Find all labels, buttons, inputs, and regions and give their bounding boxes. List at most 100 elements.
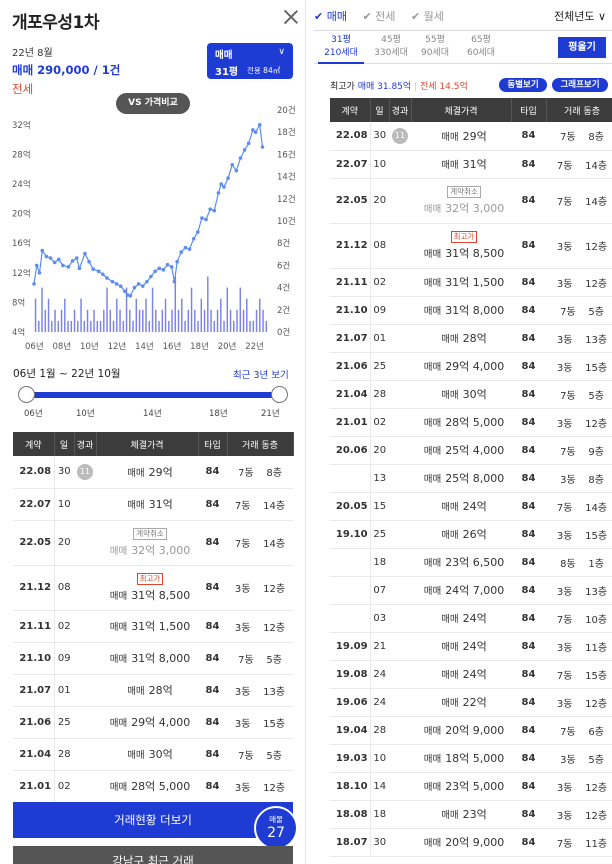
table-row[interactable]: 22.07 10 매매 31억 84 7동 14층 — [330, 150, 612, 179]
year-select[interactable]: 전체년도 ∨ — [554, 8, 606, 24]
vs-compare-button[interactable]: VS 가격비교 — [116, 93, 190, 114]
trade-amount: 28억 5,000 — [445, 416, 505, 429]
trade-day: 02 — [54, 770, 74, 803]
trade-day: 01 — [370, 324, 389, 353]
table-row[interactable]: 21.10 09 매매 31억 8,000 84 7동 5층 — [330, 296, 612, 325]
listing-count-badge[interactable]: 매물 27 — [254, 806, 298, 850]
table-row[interactable]: 19.04 28 매매 20억 9,000 84 7동 6층 — [330, 716, 612, 745]
table-row[interactable]: 18.08 18 매매 23억 84 3동 12층 — [330, 800, 612, 829]
table-row[interactable]: 18.10 14 매매 23억 5,000 84 3동 12층 — [330, 772, 612, 801]
trade-dong-floor: 3동 13층 — [546, 576, 612, 605]
table-row[interactable]: 18 매매 23억 6,500 84 8동 1층 — [330, 548, 612, 577]
tab-sale[interactable]: ✔ 매매 — [314, 8, 347, 24]
volume-bar — [239, 287, 242, 332]
table-row[interactable]: 21.06 25 매매 29억 4,000 84 3동 15층 — [330, 352, 612, 381]
volume-bar — [116, 298, 118, 332]
size-tab-55[interactable]: 55평 90세대 — [412, 34, 458, 60]
trade-kind: 매매 — [441, 698, 459, 709]
trade-kind: 매매 — [109, 718, 128, 729]
dong-view-button[interactable]: 동별보기 — [499, 78, 547, 92]
table-row[interactable]: 03 매매 24억 84 7동 10층 — [330, 604, 612, 633]
trade-dong-floor: 7동 14층 — [546, 178, 612, 224]
table-row[interactable]: 21.06 25 매매 29억 4,000 84 3동 15층 — [13, 706, 293, 739]
trade-kind: 매매 — [423, 203, 442, 215]
range-slider-end-handle[interactable] — [271, 386, 288, 403]
more-trades-button[interactable]: 거래현황 더보기 — [13, 802, 293, 838]
trade-day: 08 — [54, 565, 74, 611]
trade-type: 84 — [511, 688, 546, 717]
trade-type: 84 — [511, 716, 546, 745]
table-row[interactable]: 22.05 20 계약취소 매매 32억 3,000 84 7동 14층 — [13, 520, 293, 566]
tab-wolse[interactable]: ✔ 월세 — [411, 8, 444, 24]
table-row[interactable]: 21.11 02 매매 31억 1,500 84 3동 12층 — [330, 268, 612, 297]
table-row[interactable]: 21.07 01 매매 28억 84 3동 13층 — [13, 674, 293, 707]
table-row[interactable]: 22.08 30 11 매매 29억 84 7동 8층 — [330, 122, 612, 151]
table-row[interactable]: 22.07 10 매매 31억 84 7동 14층 — [13, 488, 293, 521]
table-row[interactable]: 07 매매 24억 7,000 84 3동 13층 — [330, 576, 612, 605]
volume-bar — [233, 320, 235, 332]
table-row[interactable]: 13 매매 25억 8,000 84 3동 8층 — [330, 464, 612, 493]
trade-day: 30 — [370, 122, 389, 151]
trade-amount: 30억 — [148, 748, 173, 761]
graph-view-button[interactable]: 그래프보기 — [552, 78, 608, 92]
price-point — [77, 266, 82, 271]
size-tab-65[interactable]: 65평 60세대 — [458, 34, 504, 60]
table-row[interactable]: 21.04 28 매매 30억 84 7동 5층 — [330, 380, 612, 409]
table-row[interactable]: 21.07 01 매매 28억 84 3동 13층 — [330, 324, 612, 353]
table-row[interactable]: 21.01 02 매매 28억 5,000 84 3동 12층 — [13, 770, 293, 803]
table-row[interactable]: 20.06 20 매매 25억 4,000 84 7동 9층 — [330, 436, 612, 465]
recent-3y-link[interactable]: 최근 3년 보기 — [233, 367, 289, 381]
pyeong-toggle-button[interactable]: 평올기 — [558, 37, 606, 58]
table-row[interactable]: 18.07 30 매매 20억 9,000 84 7동 11층 — [330, 828, 612, 857]
trade-amount: 31억 8,500 — [445, 246, 505, 260]
listing-count-label: 매물 — [269, 815, 283, 824]
volume-bar — [145, 298, 147, 332]
volume-bar — [187, 309, 190, 332]
table-row[interactable]: 19.08 24 매매 24억 84 7동 15층 — [330, 660, 612, 689]
table-row[interactable]: 20.05 15 매매 24억 84 7동 14층 — [330, 492, 612, 521]
table-row[interactable]: 19.03 10 매매 18억 5,000 84 3동 5층 — [330, 744, 612, 773]
table-row[interactable]: 21.11 02 매매 31억 1,500 84 3동 12층 — [13, 610, 293, 643]
table-row[interactable]: 19.06 24 매매 22억 84 3동 12층 — [330, 688, 612, 717]
table-row[interactable]: 19.10 25 매매 26억 84 3동 15층 — [330, 520, 612, 549]
range-slider-start-handle[interactable] — [18, 386, 35, 403]
volume-bar — [155, 309, 157, 332]
table-row[interactable]: 21.04 28 매매 30억 84 7동 5층 — [13, 738, 293, 771]
table-row[interactable]: 22.05 20 계약취소 매매 32억 3,000 84 7동 14층 — [330, 178, 612, 224]
volume-bar — [122, 320, 125, 332]
size-tab-45[interactable]: 45평 330세대 — [368, 34, 414, 60]
table-row[interactable]: 21.12 08 최고가 매매 31억 8,500 84 3동 12층 — [13, 565, 293, 611]
trade-amount: 31억 8,000 — [131, 652, 191, 665]
price-point — [123, 289, 127, 294]
gangnam-recent-trades-button[interactable]: 강남구 최근 거래 — [13, 846, 293, 864]
y2-axis-tick-label: 6건 — [277, 260, 290, 271]
trade-amount: 23억 6,500 — [445, 556, 505, 569]
table-row[interactable]: 22.08 30 11 매매 29억 84 7동 8층 — [13, 456, 293, 489]
trade-elapsed — [389, 548, 411, 577]
trade-dong-floor: 3동 13층 — [227, 674, 293, 707]
table-row[interactable]: 21.10 09 매매 31억 8,000 84 7동 5층 — [13, 642, 293, 675]
trade-type: 84 — [511, 268, 546, 297]
trade-kind: 매매 — [441, 642, 459, 653]
trade-kind: 매매 — [423, 362, 442, 373]
trade-type: 84 — [511, 352, 546, 381]
trade-day: 02 — [370, 408, 389, 437]
trade-price: 계약취소 매매 32억 3,000 — [411, 178, 511, 224]
table-row[interactable]: 19.09 21 매매 24억 84 3동 11층 — [330, 632, 612, 661]
size-select[interactable]: 매매 ∨ 31평 전용 84㎡ — [207, 43, 293, 79]
trade-elapsed — [74, 565, 96, 611]
table-row[interactable]: 21.12 08 최고가 매매 31억 8,500 84 3동 12층 — [330, 223, 612, 269]
price-chart: 32억 28억 24억 20억 16억 12억 8억 4억 20건 18건 16건 14건 12건 10건… — [12, 105, 296, 352]
size-tab-households: 330세대 — [374, 48, 408, 58]
tab-jeonse[interactable]: ✔ 전세 — [362, 8, 395, 24]
volume-bar — [90, 320, 92, 332]
trade-contract-month: 19.04 — [330, 716, 371, 745]
size-tab-31[interactable]: 31평 210세대 — [318, 34, 364, 64]
range-slider-track[interactable] — [27, 392, 279, 398]
close-icon[interactable] — [282, 8, 300, 26]
price-point — [136, 282, 141, 286]
slider-tick-label: 18년 — [209, 409, 228, 419]
volume-bar — [229, 309, 232, 332]
table-row[interactable]: 21.01 02 매매 28억 5,000 84 3동 12층 — [330, 408, 612, 437]
deal-kind-label[interactable]: 전세 — [12, 81, 33, 97]
